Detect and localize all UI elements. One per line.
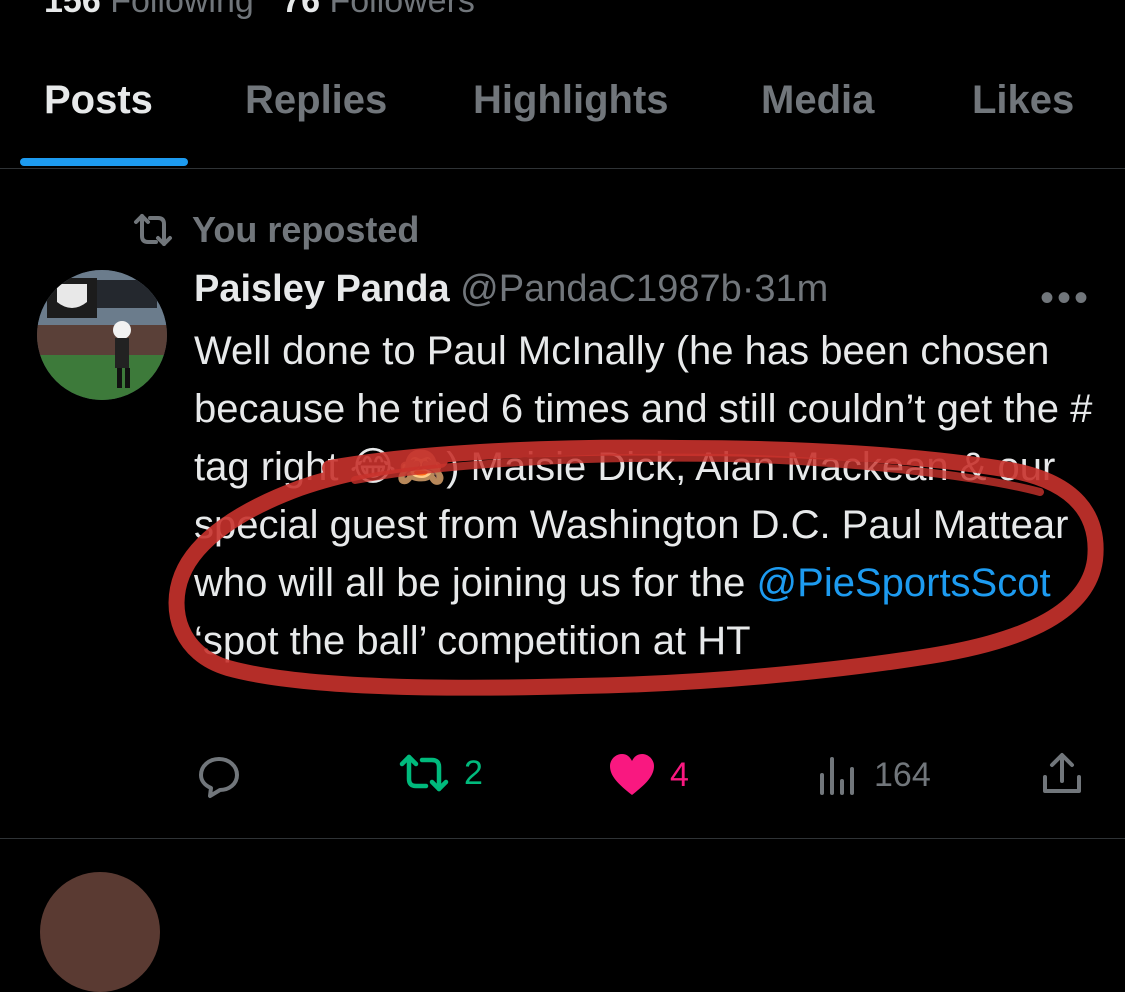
reply-icon xyxy=(199,757,239,798)
like-count: 4 xyxy=(670,755,689,794)
views-button[interactable]: 164 xyxy=(816,753,931,797)
like-button[interactable]: 4 xyxy=(608,753,689,797)
views-count: 164 xyxy=(874,755,931,794)
post-divider xyxy=(0,838,1125,839)
repost-button[interactable]: 2 xyxy=(398,753,483,793)
views-icon xyxy=(820,757,854,795)
repost-icon xyxy=(399,754,449,792)
reply-button[interactable] xyxy=(196,753,242,799)
next-post-avatar[interactable] xyxy=(40,872,160,992)
heart-icon xyxy=(610,754,654,795)
post-actions: 2 4 164 xyxy=(0,745,1125,805)
share-button[interactable] xyxy=(1040,751,1084,797)
repost-count: 2 xyxy=(464,753,483,792)
share-icon xyxy=(1043,753,1081,793)
